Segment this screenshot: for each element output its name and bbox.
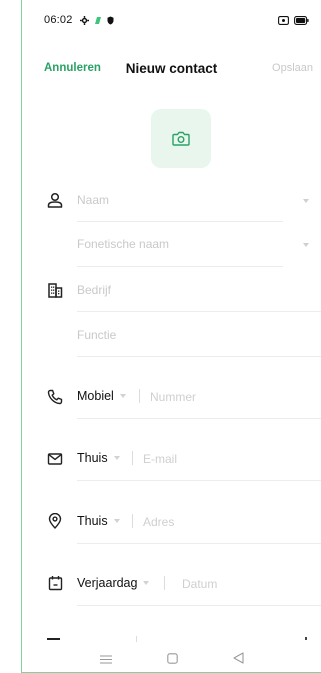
company-field[interactable]: Bedrijf — [77, 283, 111, 297]
add-photo-button[interactable] — [151, 109, 211, 168]
divider — [77, 356, 321, 357]
building-icon — [46, 281, 64, 299]
email-input[interactable]: E-mail — [143, 452, 177, 466]
app-notification-icon — [94, 16, 101, 24]
shield-icon — [107, 16, 114, 24]
divider — [77, 311, 321, 312]
calendar-icon — [46, 574, 64, 592]
separator — [136, 636, 137, 642]
name-expand-arrow[interactable] — [303, 199, 309, 203]
phone-screen: 06:02 Annuleren Nieuw contact Opslaan Na… — [21, 0, 321, 673]
divider — [77, 418, 321, 419]
email-type-select[interactable]: Thuis — [77, 451, 120, 465]
address-type-label: Thuis — [77, 514, 108, 528]
separator — [132, 451, 133, 465]
phone-icon — [46, 388, 64, 406]
address-input[interactable]: Adres — [143, 515, 174, 529]
separator — [139, 389, 140, 403]
email-type-label: Thuis — [77, 451, 108, 465]
separator — [132, 514, 133, 528]
screen-record-icon — [278, 15, 289, 25]
phonetic-expand-arrow[interactable] — [303, 243, 309, 247]
chevron-down-icon — [113, 456, 120, 460]
birthday-date-input[interactable]: Datum — [182, 577, 217, 591]
function-field[interactable]: Functie — [77, 328, 116, 342]
next-row-icon-partial — [47, 638, 60, 640]
chevron-down-icon — [143, 581, 150, 585]
status-time: 06:02 — [44, 14, 73, 26]
save-button[interactable]: Opslaan — [272, 62, 313, 74]
phone-number-input[interactable]: Nummer — [150, 390, 196, 404]
battery-icon — [294, 15, 309, 25]
birthday-type-label: Verjaardag — [77, 576, 138, 590]
cancel-button[interactable]: Annuleren — [44, 62, 101, 74]
address-type-select[interactable]: Thuis — [77, 514, 120, 528]
phone-type-select[interactable]: Mobiel — [77, 389, 126, 403]
app-header: Annuleren Nieuw contact Opslaan — [22, 58, 321, 78]
home-nav-icon[interactable] — [166, 651, 178, 669]
camera-icon — [172, 131, 190, 146]
divider — [77, 266, 283, 267]
name-field[interactable]: Naam — [77, 193, 109, 207]
separator — [164, 576, 165, 590]
status-bar: 06:02 — [22, 0, 321, 40]
person-icon — [46, 191, 64, 209]
divider — [77, 480, 321, 481]
status-notification-icons — [79, 15, 114, 25]
chevron-down-icon — [113, 519, 120, 523]
phone-type-label: Mobiel — [77, 389, 114, 403]
menu-nav-icon[interactable] — [99, 651, 112, 669]
mail-icon — [46, 450, 64, 468]
phonetic-name-field[interactable]: Fonetische naam — [77, 237, 169, 251]
chevron-down-icon — [119, 394, 126, 398]
birthday-type-select[interactable]: Verjaardag — [77, 576, 150, 590]
back-nav-icon[interactable] — [232, 651, 244, 669]
system-navigation-bar — [22, 646, 321, 672]
divider — [77, 605, 321, 606]
location-pin-icon — [46, 512, 64, 530]
settings-icon — [79, 15, 89, 25]
divider — [77, 543, 321, 544]
next-row-marker-partial — [305, 637, 307, 640]
divider — [77, 221, 283, 222]
status-system-icons — [278, 15, 309, 25]
